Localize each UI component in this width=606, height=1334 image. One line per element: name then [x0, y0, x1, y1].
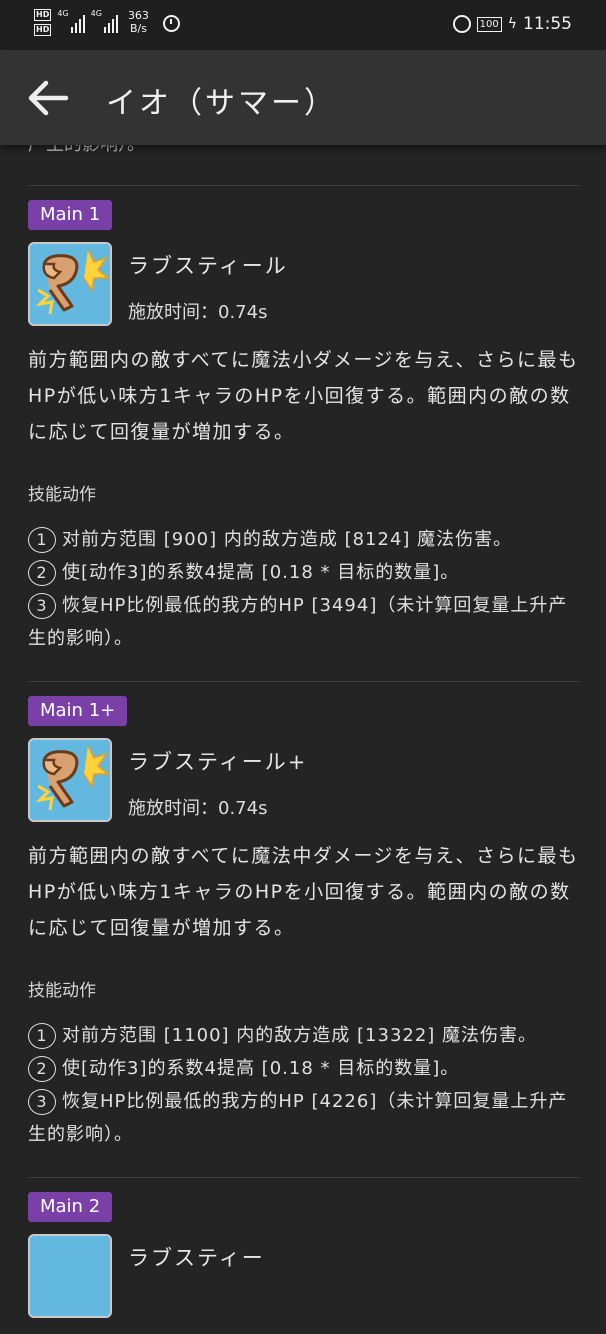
cast-time: 施放时间：0.74s: [128, 798, 268, 819]
action-item: 1 对前方范围 [1100] 内的敌方造成 [13322] 魔法伤害。: [28, 1019, 580, 1052]
action-text: 恢复HP比例最低的我方的HP [4226]（未计算回复量上升产生的影响）。: [28, 1091, 568, 1145]
step-number: 1: [28, 527, 56, 553]
action-text: 使[动作3]的系数4提高 [0.18 * 目标的数量]。: [62, 1058, 460, 1079]
hd-indicator: HD: [34, 9, 52, 21]
skill-description: 前方範囲内の敵すべてに魔法小ダメージを与え、さらに最もHPが低い味方1キャラのH…: [28, 349, 579, 443]
skill-card: Main 1 ラブスティール 施放时间：0.74s 前方範囲内の敵すべてに魔法小…: [28, 186, 580, 682]
action-item: 2 使[动作3]的系数4提高 [0.18 * 目标的数量]。: [28, 556, 580, 589]
signal-icon: 4G: [57, 9, 85, 33]
charging-icon: ϟ: [507, 16, 517, 32]
skill-badge: Main 2: [28, 1192, 113, 1222]
skill-name: ラブスティール: [128, 254, 288, 278]
signal-icon: 4G: [91, 9, 118, 33]
back-arrow-icon[interactable]: [26, 78, 70, 118]
page-title: イオ（サマー）: [106, 86, 337, 121]
action-text: 使[动作3]的系数4提高 [0.18 * 目标的数量]。: [62, 562, 460, 583]
skill-name: ラブスティール+: [128, 750, 308, 774]
section-label: 技能动作: [28, 981, 96, 1001]
hd-indicator: HD: [34, 24, 52, 36]
step-number: 3: [28, 1089, 56, 1115]
action-item: 1 对前方范围 [900] 内的敌方造成 [8124] 魔法伤害。: [28, 523, 580, 556]
action-list: 1 对前方范围 [900] 内的敌方造成 [8124] 魔法伤害。 2 使[动作3]…: [28, 523, 580, 655]
step-number: 2: [28, 1056, 56, 1082]
step-number: 2: [28, 560, 56, 586]
skill-card: Main 1+ ラブスティール+ 施放时间：0.74s 前方範囲内の敵すべてに魔…: [28, 682, 580, 1178]
section-label: 技能动作: [28, 485, 96, 505]
skill-list: 产生的影响）。 Main 1 ラブスティール 施放时间：0.74s 前方範囲内の…: [28, 130, 580, 1334]
action-text: 对前方范围 [900] 内的敌方造成 [8124] 魔法伤害。: [62, 529, 513, 550]
clock: 11:55: [523, 14, 572, 34]
skill-name: ラブスティー: [128, 1246, 265, 1270]
action-item: 2 使[动作3]的系数4提高 [0.18 * 目标的数量]。: [28, 1052, 580, 1085]
cast-time: 施放时间：0.74s: [128, 302, 268, 323]
skill-card: Main 2 ラブスティー: [28, 1178, 580, 1334]
app-bar: イオ（サマー）: [0, 50, 606, 145]
action-text: 对前方范围 [1100] 内的敌方造成 [13322] 魔法伤害。: [62, 1025, 538, 1046]
action-item: 3 恢复HP比例最低的我方的HP [3494]（未计算回复量上升产生的影响）。: [28, 589, 580, 655]
action-text: 恢复HP比例最低的我方的HP [3494]（未计算回复量上升产生的影响）。: [28, 595, 568, 649]
timer-icon: [162, 15, 180, 32]
status-bar: HD HD 4G 4G 363 B/s 100 ϟ 11:55: [0, 0, 606, 50]
skill-description: 前方範囲内の敵すべてに魔法中ダメージを与え、さらに最もHPが低い味方1キャラのH…: [28, 845, 579, 939]
battery-icon: 100: [476, 16, 502, 32]
action-item: 3 恢复HP比例最低的我方的HP [4226]（未计算回复量上升产生的影响）。: [28, 1085, 580, 1151]
network-speed: 363 B/s: [127, 9, 149, 35]
alarm-icon: [452, 15, 471, 33]
skill-icon: [28, 738, 112, 822]
step-number: 3: [28, 593, 56, 619]
step-number: 1: [28, 1023, 56, 1049]
skill-icon: [28, 242, 112, 326]
skill-badge: Main 1: [28, 200, 113, 230]
skill-icon: [28, 1234, 112, 1318]
action-list: 1 对前方范围 [1100] 内的敌方造成 [13322] 魔法伤害。 2 使[动作…: [28, 1019, 580, 1151]
skill-badge: Main 1+: [28, 696, 128, 726]
